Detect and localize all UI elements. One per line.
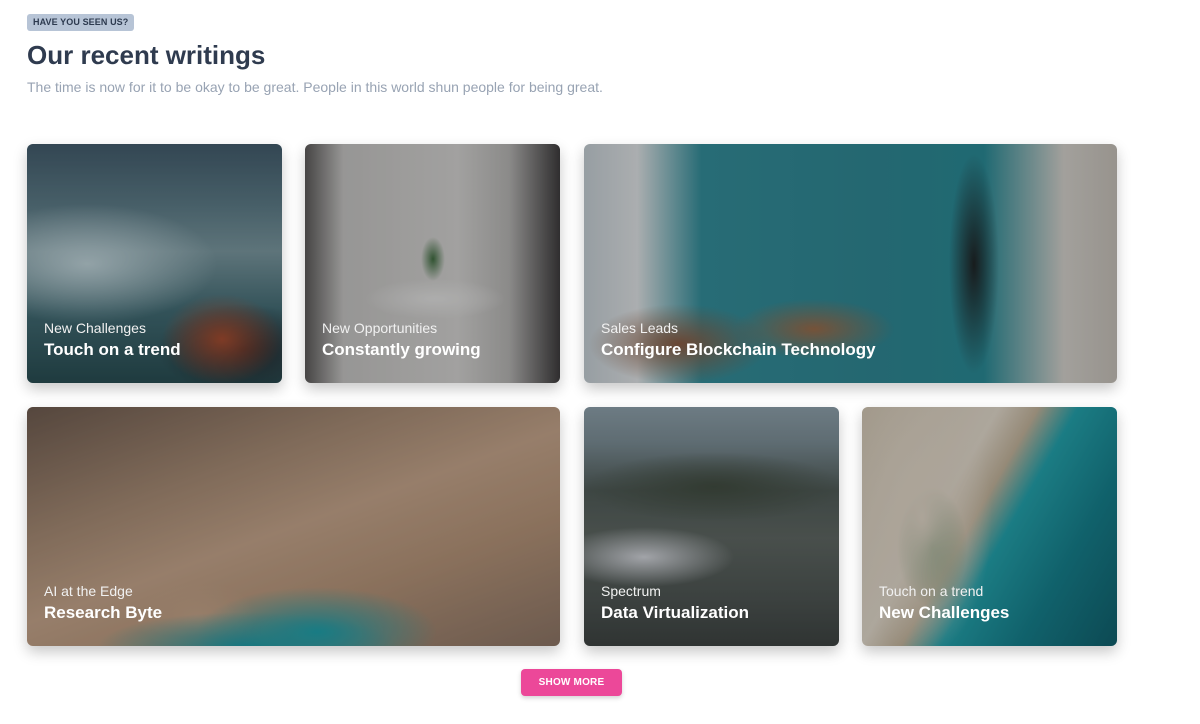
card-title: Data Virtualization xyxy=(601,603,749,622)
article-card-constantly-growing[interactable]: New Opportunities Constantly growing xyxy=(305,144,560,383)
section-title: Our recent writings xyxy=(27,40,266,70)
article-card-data-virtualization[interactable]: Spectrum Data Virtualization xyxy=(584,407,839,646)
card-category: Sales Leads xyxy=(601,320,679,336)
card-category: New Opportunities xyxy=(322,320,438,336)
card-category: Spectrum xyxy=(601,583,661,599)
card-category: Touch on a trend xyxy=(879,583,984,599)
card-title: Constantly growing xyxy=(322,340,481,359)
card-category: New Challenges xyxy=(44,320,146,336)
section-subtitle: The time is now for it to be okay to be … xyxy=(27,79,603,95)
article-card-new-challenges[interactable]: Touch on a trend New Challenges xyxy=(862,407,1117,646)
article-card-touch-on-a-trend[interactable]: New Challenges Touch on a trend xyxy=(27,144,282,383)
article-card-research-byte[interactable]: AI at the Edge Research Byte xyxy=(27,407,560,646)
card-title: Touch on a trend xyxy=(44,340,181,359)
card-title: New Challenges xyxy=(879,603,1010,622)
card-category: AI at the Edge xyxy=(44,583,133,599)
section-badge: HAVE YOU SEEN US? xyxy=(27,14,135,31)
page: HAVE YOU SEEN US? Our recent writings Th… xyxy=(0,0,1200,724)
card-title: Configure Blockchain Technology xyxy=(601,340,876,359)
show-more-button[interactable]: SHOW MORE xyxy=(521,669,622,696)
article-card-configure-blockchain-technology[interactable]: Sales Leads Configure Blockchain Technol… xyxy=(584,144,1117,383)
card-title: Research Byte xyxy=(44,603,163,622)
